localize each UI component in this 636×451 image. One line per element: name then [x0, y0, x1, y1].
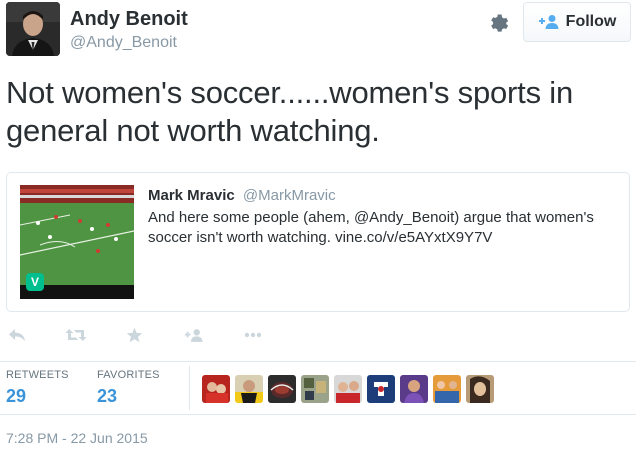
add-user-icon[interactable]	[182, 322, 206, 348]
quoted-tweet-text: And here some people (ahem, @Andy_Benoit…	[148, 209, 594, 246]
favoriter-avatar[interactable]	[301, 375, 329, 403]
favoriter-avatar[interactable]	[334, 375, 362, 403]
follow-button-label: Follow	[565, 13, 617, 30]
more-icon[interactable]	[242, 322, 264, 348]
favoriter-avatar[interactable]	[466, 375, 494, 403]
favoriter-avatar[interactable]	[268, 375, 296, 403]
author-avatar[interactable]	[6, 2, 60, 56]
add-user-icon	[538, 15, 559, 29]
favoriter-avatar[interactable]	[367, 375, 395, 403]
tweet-detail: Andy Benoit @Andy_Benoit Follow Not wome…	[0, 0, 636, 451]
vine-logo-icon: V	[26, 273, 44, 291]
stats-divider-bottom	[0, 414, 636, 415]
tweet-timestamp[interactable]: 7:28 PM - 22 Jun 2015	[6, 430, 148, 446]
retweet-icon[interactable]	[64, 322, 88, 348]
retweets-label: RETWEETS	[6, 369, 69, 381]
tweet-text: Not women's soccer......women's sports i…	[6, 75, 574, 148]
stats-vertical-divider	[189, 366, 190, 410]
quoted-author[interactable]: Mark Mravic @MarkMravic	[148, 187, 336, 204]
author-screen-name[interactable]: @Andy_Benoit	[70, 34, 177, 52]
favorites-count: 23	[97, 386, 118, 406]
reply-icon[interactable]	[6, 322, 28, 348]
stats-divider-top	[0, 361, 636, 362]
gear-icon[interactable]	[486, 10, 512, 36]
quoted-author-handle[interactable]: @MarkMravic	[243, 187, 336, 204]
retweets-count: 29	[6, 386, 27, 406]
vine-badge-letter: V	[30, 275, 39, 289]
favorites-label: FAVORITES	[97, 369, 160, 381]
favoriter-avatar[interactable]	[433, 375, 461, 403]
favorites-stat[interactable]: FAVORITES 23	[97, 369, 160, 407]
quoted-media-thumbnail[interactable]: V	[20, 185, 134, 299]
author-display-name[interactable]: Andy Benoit	[70, 8, 188, 31]
tweet-header: Andy Benoit @Andy_Benoit Follow	[6, 2, 632, 58]
quoted-author-name[interactable]: Mark Mravic	[148, 187, 235, 204]
avatar-image	[6, 2, 60, 56]
follow-button[interactable]: Follow	[523, 2, 631, 42]
tweet-actions	[6, 322, 306, 348]
favoriter-avatar[interactable]	[400, 375, 428, 403]
star-icon[interactable]	[124, 322, 144, 348]
retweets-stat[interactable]: RETWEETS 29	[6, 369, 69, 407]
favoriter-avatar[interactable]	[235, 375, 263, 403]
favoriter-avatar[interactable]	[202, 375, 230, 403]
quoted-tweet-card[interactable]: V Mark Mravic @MarkMravic And here some …	[6, 172, 630, 312]
